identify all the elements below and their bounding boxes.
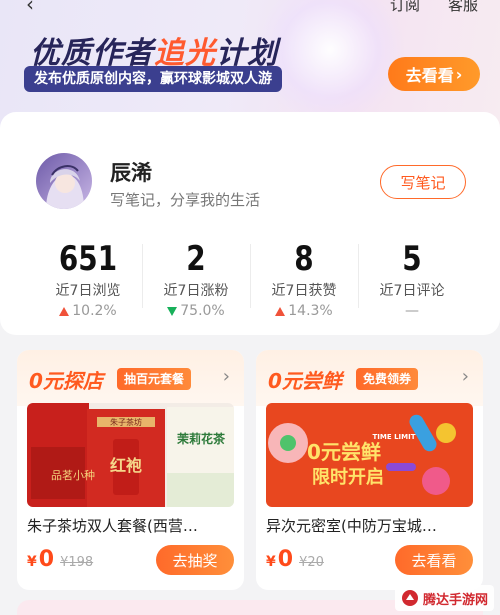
avatar[interactable]: [36, 153, 92, 209]
tea-label-left: 品茗小种: [51, 468, 95, 482]
promo-title: 0元探店: [29, 369, 103, 393]
top-links: 订阅 客服: [390, 0, 478, 15]
site-watermark: 腾达手游网: [394, 585, 494, 611]
price-now: ¥0: [27, 547, 54, 572]
chevron-right-icon: ›: [455, 64, 463, 84]
stat-change-value: 14.3%: [288, 303, 333, 319]
promo-tag: 抽百元套餐: [117, 368, 192, 390]
write-note-button[interactable]: 写笔记: [380, 165, 466, 199]
promo-header: 0元探店 抽百元套餐 ›: [17, 350, 244, 406]
view-button[interactable]: 去看看: [395, 545, 473, 575]
price-symbol: ¥: [27, 554, 37, 570]
watermark-logo-icon: [401, 590, 418, 606]
watermark-text: 腾达手游网: [422, 592, 488, 608]
price-symbol: ¥: [266, 554, 276, 570]
stat-label: 近7日涨粉: [163, 283, 229, 299]
banner-go-label: 去看看: [405, 66, 454, 85]
subscribe-link[interactable]: 订阅: [390, 0, 420, 15]
promo-name: 异次元密室(中防万宝城…: [266, 517, 437, 535]
stat-change: 14.3%: [250, 303, 358, 319]
promo-image-escape-room: 0元尝鲜 限时开启 TIME LIMIT: [266, 403, 473, 507]
escape-label-time: TIME LIMIT: [373, 433, 416, 441]
stat-change-value: 10.2%: [72, 303, 117, 319]
promo-card-explore[interactable]: 0元探店 抽百元套餐 › 品茗小种 红袍 朱子茶坊 茉莉花茶 朱子茶坊双人套餐(…: [17, 350, 244, 590]
stat-likes[interactable]: 8 近7日获赞 14.3%: [250, 240, 358, 322]
profile-card: 辰浠 写笔记，分享我的生活 写笔记 651 近7日浏览 10.2% 2 近7日涨…: [0, 112, 500, 335]
trend-up-icon: [275, 306, 286, 316]
stat-change-value: 75.0%: [180, 303, 225, 319]
promo-header: 0元尝鲜 免费领券 ›: [256, 350, 483, 406]
escape-label-sub: 限时开启: [312, 466, 384, 488]
stat-value: 8: [294, 239, 314, 279]
promo-name: 朱子茶坊双人套餐(西营…: [27, 517, 198, 535]
trend-down-icon: [167, 306, 178, 316]
promo-tag: 免费领券: [356, 368, 419, 390]
stat-comments[interactable]: 5 近7日评论 —: [358, 240, 466, 322]
stats-row: 651 近7日浏览 10.2% 2 近7日涨粉 75.0% 8 近7日获赞 14…: [34, 240, 466, 322]
banner-go-button[interactable]: 去看看 ›: [388, 57, 480, 91]
draw-button[interactable]: 去抽奖: [156, 545, 234, 575]
user-name: 辰浠: [110, 161, 152, 185]
stat-value: 5: [402, 239, 422, 279]
promo-card-trial[interactable]: 0元尝鲜 免费领券 › 0元尝鲜 限时开启 TIME LIMIT 异次元密室(中…: [256, 350, 483, 590]
price-now: ¥0: [266, 547, 293, 572]
price-value: 0: [38, 547, 55, 572]
chevron-right-icon[interactable]: ›: [462, 366, 469, 387]
stat-followers[interactable]: 2 近7日涨粉 75.0%: [142, 240, 250, 322]
tea-label-center: 红袍: [110, 456, 142, 475]
stat-views[interactable]: 651 近7日浏览 10.2%: [34, 240, 142, 322]
user-bio: 写笔记，分享我的生活: [110, 191, 261, 209]
promo-image-tea: 品茗小种 红袍 朱子茶坊 茉莉花茶: [27, 403, 234, 507]
tea-label-right: 茉莉花茶: [177, 431, 226, 446]
price-row: ¥0 ¥20: [266, 547, 324, 572]
original-price: ¥20: [299, 555, 324, 570]
stat-label: 近7日评论: [379, 283, 445, 299]
stat-value: 2: [186, 239, 206, 279]
tea-label-brand: 朱子茶坊: [110, 417, 142, 427]
price-row: ¥0 ¥198: [27, 547, 93, 572]
stat-change: —: [358, 303, 466, 319]
back-chevron-icon[interactable]: ‹: [26, 0, 34, 16]
stat-change: 75.0%: [142, 303, 250, 319]
stat-change: 10.2%: [34, 303, 142, 319]
stat-label: 近7日获赞: [271, 283, 337, 299]
chevron-right-icon[interactable]: ›: [223, 366, 230, 387]
promo-title: 0元尝鲜: [268, 369, 342, 393]
price-value: 0: [277, 547, 294, 572]
stat-value: 651: [58, 239, 118, 279]
banner-subtitle: 发布优质原创内容，赢环球影城双人游: [24, 66, 282, 92]
customer-service-link[interactable]: 客服: [448, 0, 478, 15]
stat-label: 近7日浏览: [55, 283, 121, 299]
trend-up-icon: [59, 306, 70, 316]
escape-label-main: 0元尝鲜: [307, 440, 381, 464]
original-price: ¥198: [60, 555, 94, 570]
stat-change-value: —: [405, 303, 419, 319]
